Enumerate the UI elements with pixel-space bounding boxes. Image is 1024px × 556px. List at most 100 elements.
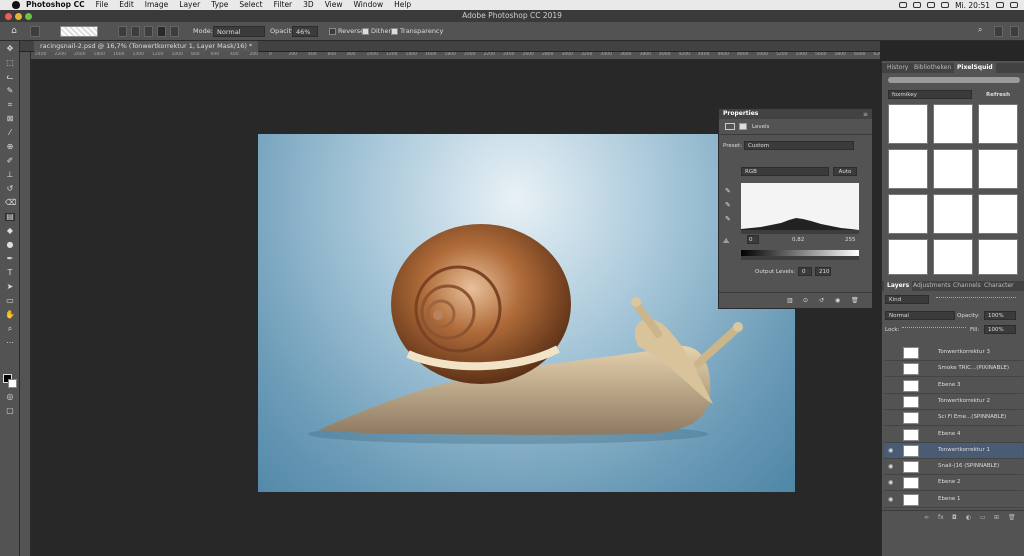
link-layers-icon[interactable]: ∞ bbox=[924, 514, 929, 521]
menu-3d[interactable]: 3D bbox=[303, 0, 314, 10]
preset-select[interactable]: Custom bbox=[744, 141, 854, 150]
brush-tool-icon[interactable]: ✐ bbox=[5, 157, 15, 165]
visibility-eye-icon[interactable]: ◉ bbox=[888, 464, 894, 470]
angle-gradient-button[interactable] bbox=[144, 26, 153, 37]
tab-adjustments[interactable]: Adjustments bbox=[910, 281, 954, 291]
home-icon[interactable]: ⌂ bbox=[8, 26, 20, 37]
frame-tool-icon[interactable]: ⊠ bbox=[5, 115, 15, 123]
thumbnail-jar[interactable] bbox=[978, 194, 1018, 234]
input-high-value[interactable]: 255 bbox=[845, 237, 856, 243]
new-group-icon[interactable]: ▭ bbox=[980, 514, 986, 521]
share-icon[interactable] bbox=[1010, 26, 1019, 37]
auto-button[interactable]: Auto bbox=[833, 167, 857, 176]
dodge-tool-icon[interactable]: ● bbox=[5, 241, 15, 249]
visibility-eye-icon[interactable] bbox=[888, 415, 894, 420]
black-point-eyedropper-icon[interactable]: ✎ bbox=[725, 187, 731, 195]
shape-tool-icon[interactable]: ▭ bbox=[5, 297, 15, 305]
visibility-eye-icon[interactable] bbox=[888, 350, 894, 355]
diamond-gradient-button[interactable] bbox=[170, 26, 179, 37]
workspace-icon[interactable] bbox=[994, 26, 1003, 37]
layer-opacity-input[interactable]: 100% bbox=[984, 311, 1016, 320]
layer-row[interactable]: ◉ Ebene 1 bbox=[884, 492, 1023, 508]
menu-filter[interactable]: Filter bbox=[274, 0, 293, 10]
pen-tool-icon[interactable]: ✒ bbox=[5, 255, 15, 263]
visibility-eye-icon[interactable]: ◉ bbox=[888, 496, 894, 502]
lock-icons[interactable] bbox=[902, 327, 966, 333]
new-layer-icon[interactable]: ⊞ bbox=[994, 514, 999, 521]
channel-select[interactable]: RGB bbox=[741, 167, 829, 176]
blend-mode-select[interactable]: Normal bbox=[885, 311, 955, 320]
wifi-icon[interactable] bbox=[927, 2, 936, 8]
close-window-button[interactable] bbox=[5, 13, 12, 20]
eraser-tool-icon[interactable]: ⌫ bbox=[5, 199, 16, 207]
quick-select-tool-icon[interactable]: ✎ bbox=[5, 87, 15, 95]
thumbnail-nut[interactable] bbox=[978, 239, 1018, 275]
layer-filter-icons[interactable] bbox=[936, 297, 1016, 303]
zoom-window-button[interactable] bbox=[25, 13, 32, 20]
input-slider[interactable] bbox=[741, 230, 859, 234]
view-previous-icon[interactable]: ⊙ bbox=[803, 297, 808, 304]
thumbnail-mouse[interactable] bbox=[933, 149, 973, 189]
layer-row[interactable]: Ebene 4 bbox=[884, 427, 1023, 443]
layer-row[interactable]: Smoke TRIC...(PIXINABLE) bbox=[884, 361, 1023, 378]
tab-character[interactable]: Character bbox=[981, 281, 1017, 291]
document-tab[interactable]: racingsnail-2.psd @ 16,7% (Tonwertkorrek… bbox=[34, 41, 259, 52]
layer-row[interactable]: ◉ Ebene 2 bbox=[884, 475, 1023, 492]
output-low-field[interactable]: 0 bbox=[798, 267, 812, 276]
thumbnail-radiator[interactable] bbox=[888, 149, 928, 189]
crop-tool-icon[interactable]: ⌗ bbox=[5, 101, 15, 109]
search-icon[interactable] bbox=[996, 2, 1004, 8]
output-slider[interactable] bbox=[741, 256, 859, 260]
add-mask-icon[interactable]: ◘ bbox=[952, 514, 957, 521]
menu-image[interactable]: Image bbox=[145, 0, 169, 10]
thumbnail-snail[interactable] bbox=[933, 104, 973, 144]
screen-mode-icon[interactable]: ▢ bbox=[5, 407, 15, 415]
edit-toolbar-icon[interactable]: ⋯ bbox=[5, 339, 15, 347]
app-menu[interactable]: Photoshop CC bbox=[26, 0, 85, 10]
dither-checkbox[interactable] bbox=[362, 28, 369, 35]
healing-brush-tool-icon[interactable]: ⊕ bbox=[5, 143, 15, 151]
menu-select[interactable]: Select bbox=[239, 0, 262, 10]
visibility-icon[interactable]: ◉ bbox=[835, 297, 840, 304]
gradient-tool-icon[interactable]: ▤ bbox=[5, 213, 15, 221]
layer-row[interactable]: Tonwertkorrektur 2 bbox=[884, 394, 1023, 410]
thumbnail-map[interactable] bbox=[933, 194, 973, 234]
layer-row[interactable]: ◉ Snail-(16 (SPINNABLE) bbox=[884, 459, 1023, 476]
clipping-warning-icon[interactable]: ⟁ bbox=[723, 237, 729, 246]
tool-preset-icon[interactable] bbox=[30, 26, 40, 37]
visibility-eye-icon[interactable] bbox=[888, 432, 894, 437]
output-high-field[interactable]: 210 bbox=[815, 267, 831, 276]
gradient-picker[interactable] bbox=[60, 26, 98, 37]
history-brush-tool-icon[interactable]: ↺ bbox=[5, 185, 15, 193]
thumbnail-fox[interactable] bbox=[978, 104, 1018, 144]
fill-input[interactable]: 100% bbox=[984, 325, 1016, 334]
move-tool-icon[interactable]: ✥ bbox=[5, 45, 15, 53]
menu-window[interactable]: Window bbox=[354, 0, 384, 10]
clip-to-layer-icon[interactable]: ▥ bbox=[787, 297, 793, 304]
reflected-gradient-button[interactable] bbox=[157, 26, 166, 37]
layer-style-icon[interactable]: fx bbox=[938, 514, 944, 521]
eyedropper-tool-icon[interactable]: ⁄ bbox=[5, 129, 15, 137]
scroll-handle[interactable] bbox=[888, 77, 1020, 83]
pixelsquid-search-input[interactable]: foxmikey bbox=[888, 90, 972, 99]
menu-help[interactable]: Help bbox=[394, 0, 411, 10]
minimize-window-button[interactable] bbox=[15, 13, 22, 20]
path-select-tool-icon[interactable]: ➤ bbox=[5, 283, 15, 291]
clone-stamp-tool-icon[interactable]: ⊥ bbox=[5, 171, 15, 179]
menu-view[interactable]: View bbox=[325, 0, 343, 10]
type-tool-icon[interactable]: T bbox=[5, 269, 15, 277]
delete-icon[interactable]: 🗑 bbox=[851, 297, 859, 304]
white-point-eyedropper-icon[interactable]: ✎ bbox=[725, 215, 731, 223]
status-icon[interactable] bbox=[913, 2, 922, 8]
tab-channels[interactable]: Channels bbox=[950, 281, 984, 291]
battery-icon[interactable] bbox=[941, 2, 950, 8]
tab-layers[interactable]: Layers bbox=[884, 281, 913, 291]
menu-layer[interactable]: Layer bbox=[179, 0, 200, 10]
menu-icon[interactable] bbox=[1010, 2, 1018, 8]
hand-tool-icon[interactable]: ✋ bbox=[5, 311, 15, 319]
apple-icon[interactable] bbox=[12, 1, 20, 9]
blur-tool-icon[interactable]: ◆ bbox=[5, 227, 15, 235]
visibility-eye-icon[interactable]: ◉ bbox=[888, 447, 894, 453]
menu-edit[interactable]: Edit bbox=[119, 0, 134, 10]
thumbnail-clownfish[interactable] bbox=[888, 194, 928, 234]
